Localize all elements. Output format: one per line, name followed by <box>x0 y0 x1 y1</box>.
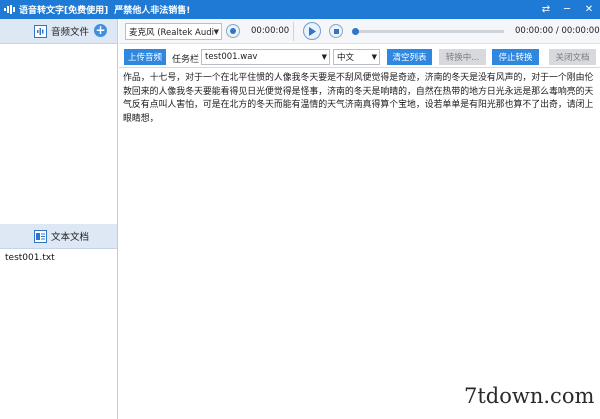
transcript-text-area[interactable]: 作品，十七号，对于一个在北平住惯的人像我冬天要是不刮风便觉得是奇迹，济南的冬天是… <box>119 69 600 419</box>
left-panel: 音频文件 + 文本文档 test001.txt <box>0 19 118 419</box>
task-file-select[interactable]: test001.wav ▼ <box>201 49 330 65</box>
task-toolbar: 上传音频 任务栏 test001.wav ▼ 中文 ▼ 清空列表 转换中... … <box>119 45 600 68</box>
converting-button: 转换中... <box>439 49 486 65</box>
restore-icon[interactable]: ⇄ <box>537 0 555 19</box>
play-button[interactable] <box>303 22 321 40</box>
text-document-icon <box>34 229 47 243</box>
record-icon <box>230 28 236 34</box>
playback-progress-slider[interactable] <box>352 28 504 35</box>
divider <box>293 22 294 41</box>
anti-resale-notice: 严禁他人非法销售! <box>114 6 191 16</box>
app-logo-icon <box>4 5 16 14</box>
microphone-select-value: 麦克风 (Realtek Audi <box>129 27 214 38</box>
upload-audio-button[interactable]: 上传音频 <box>124 49 166 65</box>
plus-icon[interactable]: + <box>94 24 107 37</box>
task-file-value: test001.wav <box>205 52 258 62</box>
microphone-select[interactable]: 麦克风 (Realtek Audi ▼ <box>125 23 222 40</box>
player-toolbar: 麦克风 (Realtek Audi ▼ 00:00:00 00:00:00 / … <box>119 19 600 44</box>
audio-files-label: 音频文件 <box>51 27 90 38</box>
audio-files-header: 音频文件 + <box>0 19 117 44</box>
record-button[interactable] <box>226 24 240 38</box>
task-label: 任务栏 <box>172 55 200 65</box>
list-item[interactable]: test001.txt <box>5 253 55 263</box>
language-select[interactable]: 中文 ▼ <box>333 49 380 65</box>
progress-handle[interactable] <box>352 28 359 35</box>
text-documents-label: 文本文档 <box>51 232 90 243</box>
stop-conversion-button[interactable]: 停止转换 <box>492 49 539 65</box>
chevron-down-icon: ▼ <box>213 28 219 36</box>
text-documents-header: 文本文档 <box>0 224 117 249</box>
playback-time: 00:00:00 / 00:00:00 <box>515 26 600 36</box>
language-value: 中文 <box>337 53 355 63</box>
chevron-down-icon: ▼ <box>321 53 327 61</box>
play-icon <box>309 26 316 36</box>
chevron-down-icon: ▼ <box>371 53 377 61</box>
title-bar: 语音转文字[免费使用] 严禁他人非法销售! ⇄ ─ ✕ <box>0 0 600 19</box>
close-button[interactable]: ✕ <box>580 0 598 19</box>
stop-button[interactable] <box>329 24 343 38</box>
transcript-text: 作品，十七号，对于一个在北平住惯的人像我冬天要是不刮风便觉得是奇迹，济南的冬天是… <box>123 73 594 124</box>
close-document-button: 关闭文档 <box>549 49 596 65</box>
site-watermark: 7tdown.com <box>464 384 595 408</box>
app-title: 语音转文字[免费使用] <box>19 6 109 16</box>
stop-icon <box>333 28 339 34</box>
clear-list-button[interactable]: 清空列表 <box>387 49 432 65</box>
minimize-button[interactable]: ─ <box>558 0 576 19</box>
record-time: 00:00:00 <box>251 26 290 36</box>
audio-file-icon <box>34 24 47 38</box>
